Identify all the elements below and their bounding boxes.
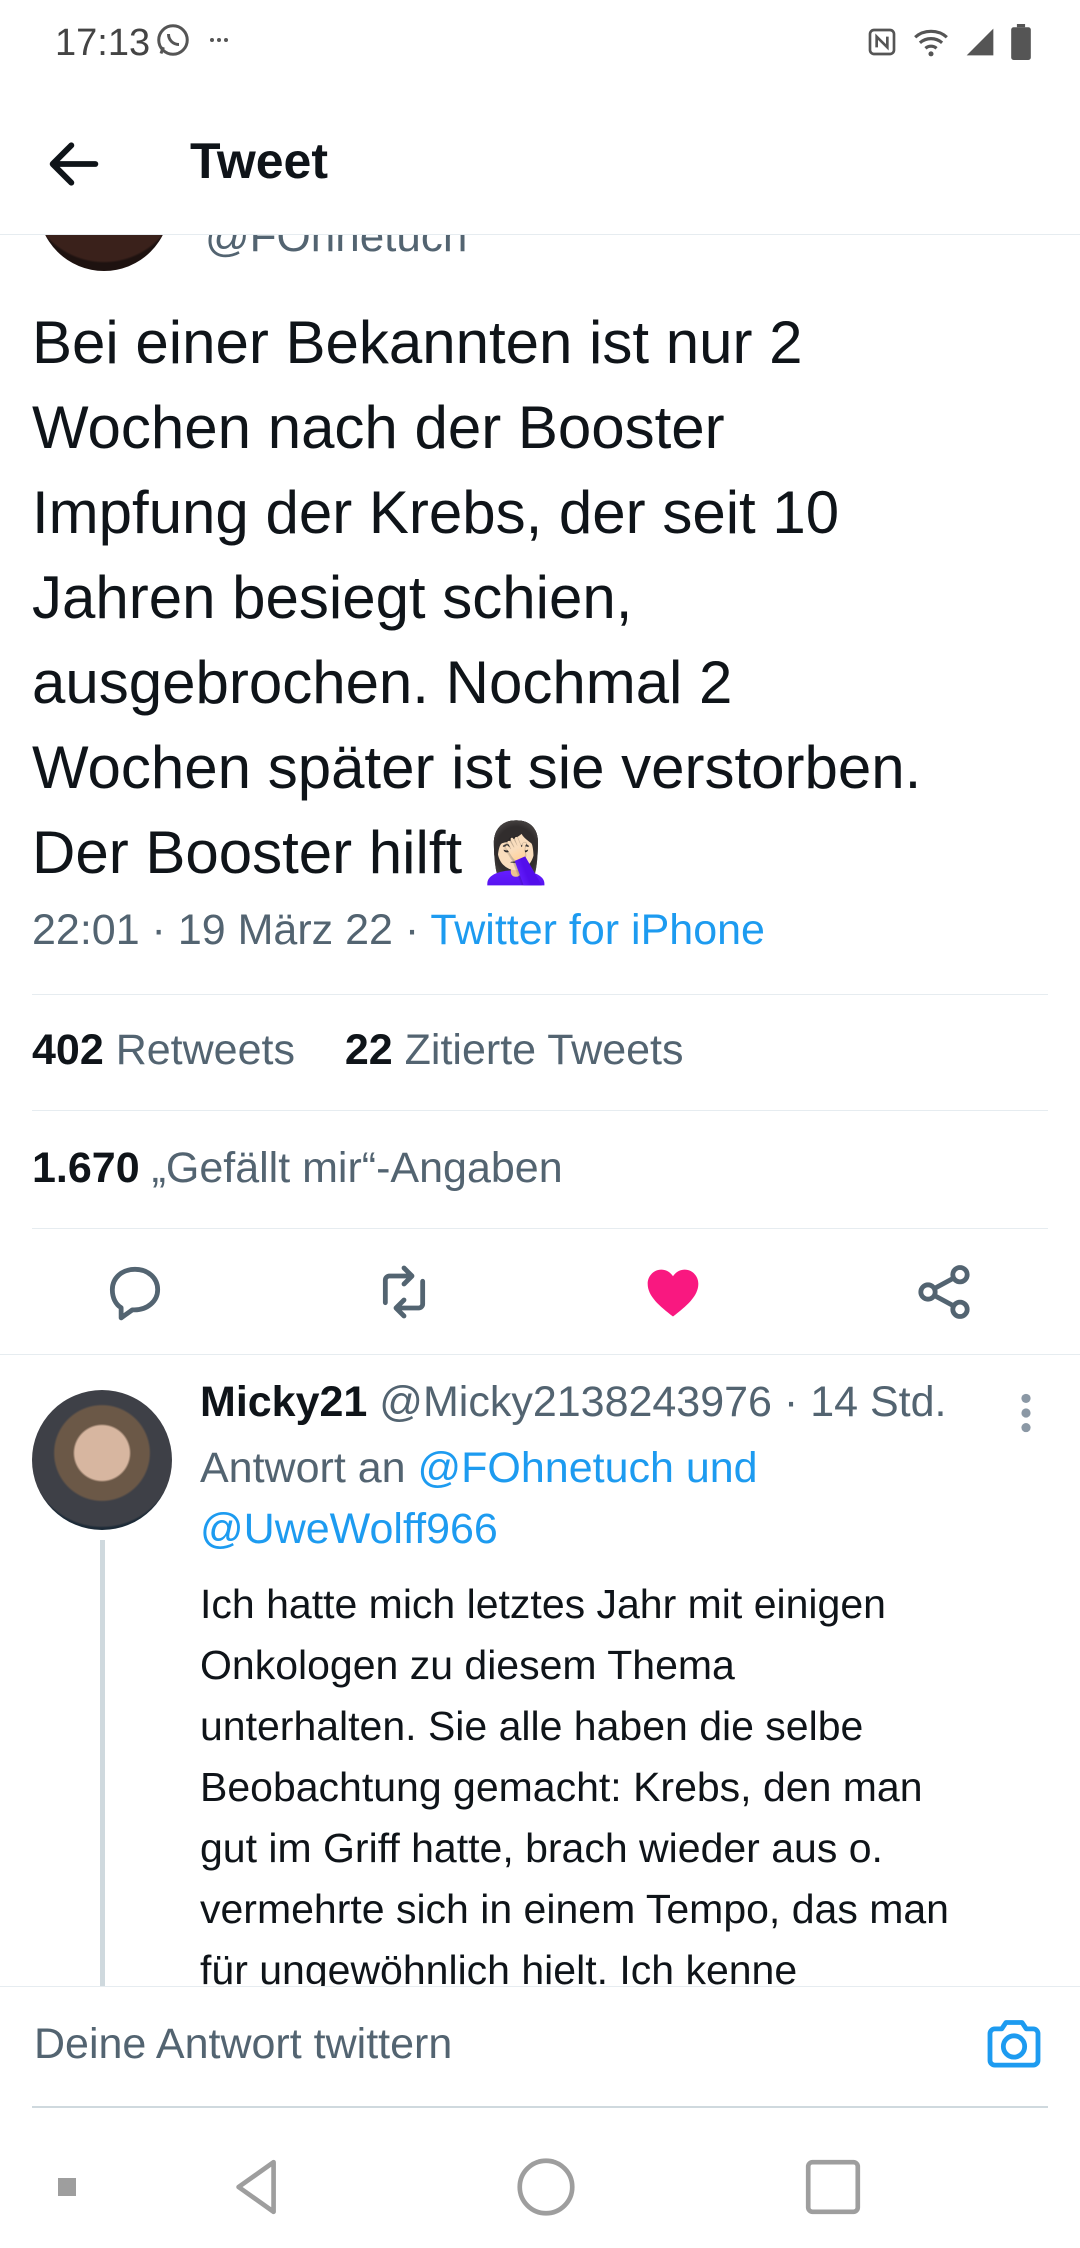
quotes-label[interactable]: Zitierte Tweets <box>405 1026 684 1074</box>
signal-icon <box>966 28 994 56</box>
page-title: Tweet <box>190 133 328 189</box>
thread-line <box>100 1540 105 1986</box>
reply-text: Ich hatte mich letztes Jahr mit einigen … <box>200 1581 949 1986</box>
like-stats: 1.670 „Gefällt mir“-Angaben <box>32 1144 563 1193</box>
whatsapp-icon <box>157 24 189 56</box>
tweet-source-link[interactable]: Twitter for iPhone <box>430 906 765 954</box>
tweet-actions <box>0 1236 1080 1356</box>
reply-input[interactable] <box>32 2013 936 2075</box>
nav-home-icon[interactable] <box>511 2152 581 2222</box>
retweet-stats: 402 Retweets 22 Zitierte Tweets <box>32 1026 683 1075</box>
tweet-text: Bei einer Bekannten ist nur 2 Wochen nac… <box>32 309 922 886</box>
divider <box>32 1110 1048 1111</box>
reply-author-handle[interactable]: @Micky2138243976 <box>379 1378 772 1426</box>
status-bar: 17:13 <box>0 0 1080 90</box>
battery-icon <box>1011 24 1031 60</box>
tweet-meta: 22:01 · 19 März 22 · Twitter for iPhone <box>32 906 765 955</box>
tweet-timestamp: 22:01 · 19 März 22 · <box>32 906 431 954</box>
nav-recents-icon[interactable] <box>798 2152 868 2222</box>
status-time: 17:13 <box>55 22 151 64</box>
retweets-label[interactable]: Retweets <box>116 1026 295 1074</box>
reply-header: Micky21 @Micky2138243976 · 14 Std. <box>200 1378 946 1427</box>
back-arrow-icon[interactable] <box>42 132 106 196</box>
divider <box>32 1228 1048 1229</box>
reply-composer <box>0 1986 1080 2109</box>
nav-back-icon[interactable] <box>224 2152 294 2222</box>
author-handle[interactable]: @FOhnetuch <box>205 234 467 262</box>
status-left-icons <box>155 22 229 58</box>
reply-author-name[interactable]: Micky21 <box>200 1378 367 1426</box>
reply-icon[interactable] <box>103 1260 167 1324</box>
reply-to-line: Antwort an @FOhnetuch und @UweWolff966 <box>200 1438 1020 1560</box>
menu-dot-icon[interactable] <box>52 2172 82 2202</box>
share-icon[interactable] <box>912 1260 976 1324</box>
reply-to-prefix: Antwort an <box>200 1444 406 1492</box>
status-right-icons <box>866 24 1032 60</box>
camera-icon[interactable] <box>982 2011 1046 2075</box>
tweet-detail: @FOhnetuch Bei einer Bekannten ist nur 2… <box>0 234 1080 1986</box>
quotes-count[interactable]: 22 <box>345 1026 393 1074</box>
reply-author-avatar[interactable] <box>32 1390 172 1530</box>
retweet-icon[interactable] <box>372 1260 436 1324</box>
more-notifications-icon <box>210 38 228 42</box>
retweets-count[interactable]: 402 <box>32 1026 104 1074</box>
reply-timestamp: · 14 Std. <box>783 1378 947 1426</box>
like-heart-icon[interactable] <box>641 1260 705 1324</box>
top-app-bar: Tweet <box>0 90 1080 235</box>
likes-label[interactable]: „Gefällt mir“-Angaben <box>152 1144 563 1192</box>
more-options-icon[interactable] <box>1016 1388 1036 1438</box>
nfc-icon <box>868 28 896 56</box>
divider <box>0 1354 1080 1355</box>
author-avatar[interactable] <box>38 234 170 271</box>
wifi-icon <box>914 29 948 57</box>
divider <box>32 994 1048 995</box>
likes-count[interactable]: 1.670 <box>32 1144 140 1192</box>
system-navigation-bar <box>0 2108 1080 2248</box>
